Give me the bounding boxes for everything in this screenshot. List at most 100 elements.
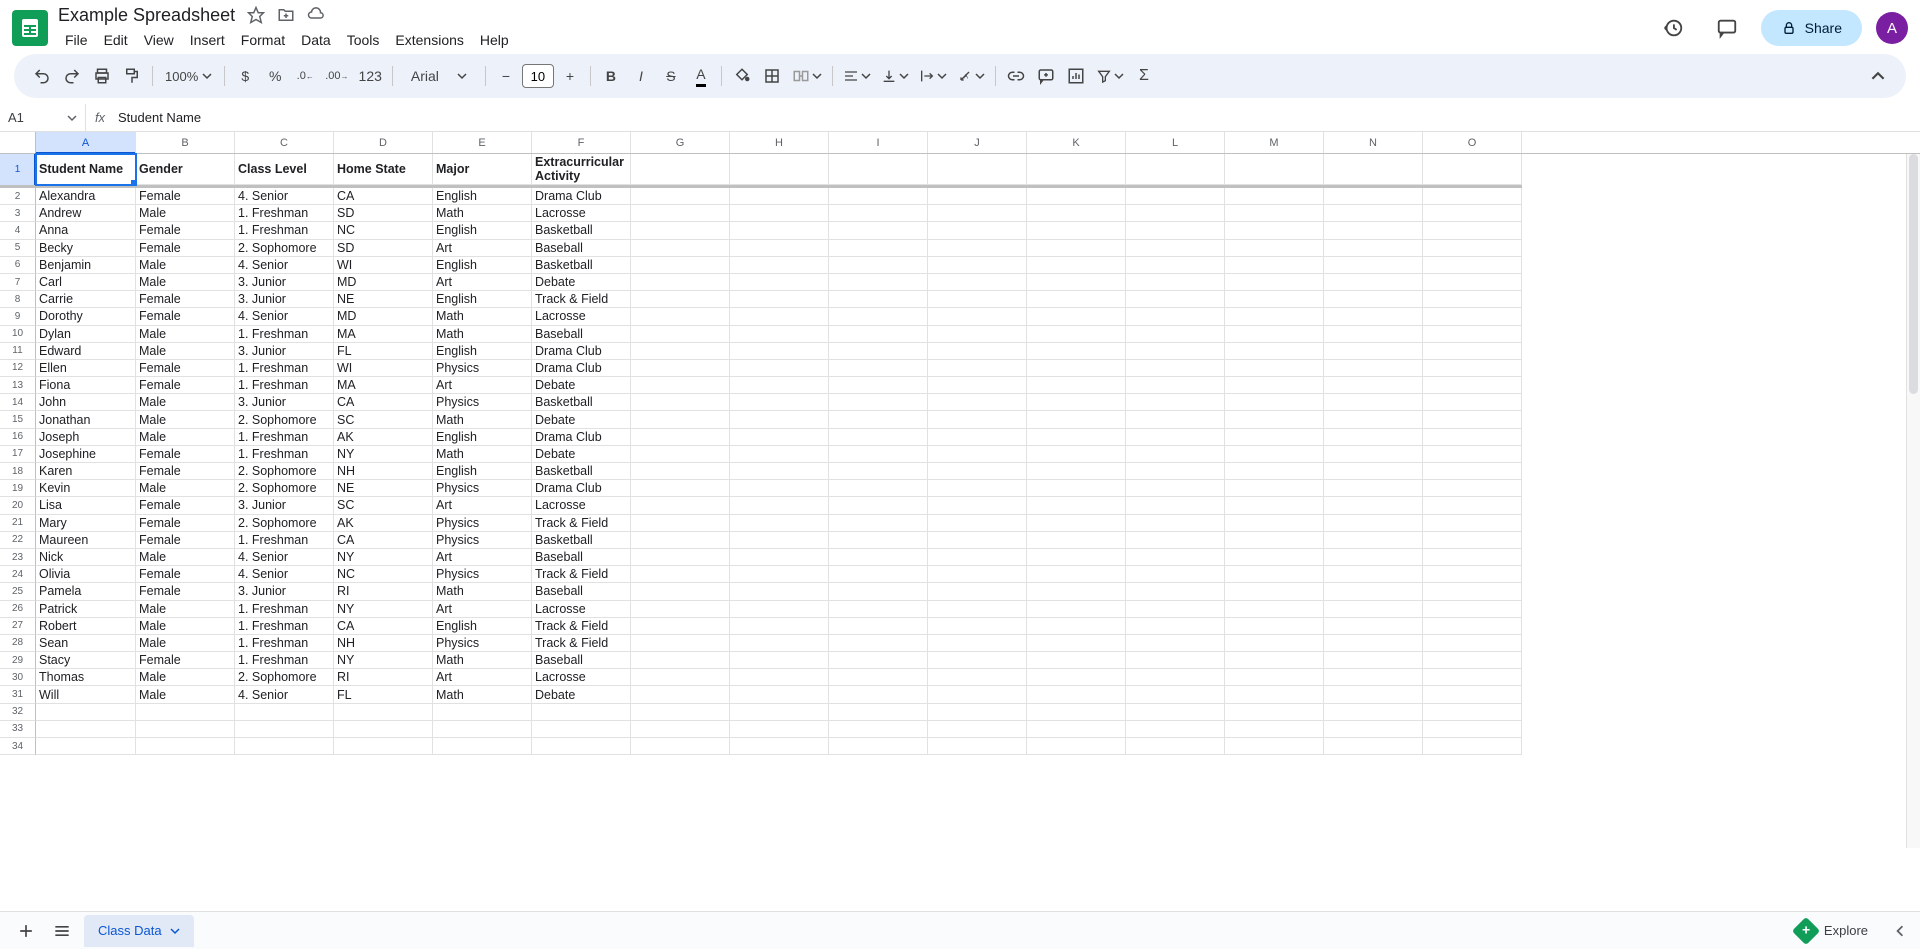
cell[interactable]: Math	[433, 326, 532, 343]
cell[interactable]	[730, 669, 829, 686]
cell[interactable]: Joseph	[36, 429, 136, 446]
cell[interactable]: Female	[136, 652, 235, 669]
cell[interactable]	[1225, 669, 1324, 686]
cell[interactable]: Male	[136, 429, 235, 446]
cell[interactable]: Drama Club	[532, 480, 631, 497]
cell[interactable]	[1027, 326, 1126, 343]
cell[interactable]	[1423, 532, 1522, 549]
cell[interactable]: Basketball	[532, 532, 631, 549]
col-header-K[interactable]: K	[1027, 132, 1126, 153]
cell[interactable]: Track & Field	[532, 566, 631, 583]
cell[interactable]: 1. Freshman	[235, 377, 334, 394]
cell[interactable]	[1423, 738, 1522, 755]
cell[interactable]	[730, 497, 829, 514]
cell[interactable]	[1126, 240, 1225, 257]
cell[interactable]: 3. Junior	[235, 343, 334, 360]
explore-button[interactable]: Explore	[1784, 915, 1880, 947]
cell[interactable]	[1126, 274, 1225, 291]
cell[interactable]: Physics	[433, 566, 532, 583]
cell[interactable]	[829, 532, 928, 549]
cell[interactable]	[1324, 721, 1423, 738]
cell[interactable]	[433, 721, 532, 738]
all-sheets-button[interactable]	[44, 913, 80, 949]
cell[interactable]: Fiona	[36, 377, 136, 394]
cell[interactable]	[829, 497, 928, 514]
font-size-increase[interactable]: +	[556, 62, 584, 90]
cell[interactable]: MD	[334, 308, 433, 325]
row-header[interactable]: 20	[0, 497, 36, 514]
col-header-G[interactable]: G	[631, 132, 730, 153]
cell[interactable]	[1423, 635, 1522, 652]
cell[interactable]: Track & Field	[532, 291, 631, 308]
cell[interactable]	[928, 343, 1027, 360]
cell[interactable]	[532, 738, 631, 755]
col-header-B[interactable]: B	[136, 132, 235, 153]
cell[interactable]: Carrie	[36, 291, 136, 308]
wrap-button[interactable]	[915, 62, 951, 90]
cell[interactable]: 1. Freshman	[235, 652, 334, 669]
cell[interactable]: Basketball	[532, 463, 631, 480]
cell[interactable]	[730, 738, 829, 755]
cell[interactable]: NY	[334, 601, 433, 618]
cell[interactable]	[1225, 360, 1324, 377]
row-header[interactable]: 24	[0, 566, 36, 583]
cell[interactable]	[1324, 360, 1423, 377]
cell[interactable]	[928, 222, 1027, 239]
cell[interactable]	[1126, 257, 1225, 274]
cell[interactable]	[1027, 497, 1126, 514]
cell[interactable]: Art	[433, 549, 532, 566]
row-header[interactable]: 11	[0, 343, 36, 360]
cell[interactable]	[1126, 635, 1225, 652]
cell[interactable]	[829, 240, 928, 257]
cell[interactable]: Male	[136, 480, 235, 497]
cell[interactable]: Art	[433, 274, 532, 291]
cell[interactable]: Track & Field	[532, 515, 631, 532]
cell[interactable]	[1027, 480, 1126, 497]
cell[interactable]: Karen	[36, 463, 136, 480]
cell[interactable]: Female	[136, 188, 235, 205]
cell[interactable]: Drama Club	[532, 360, 631, 377]
cell[interactable]	[1126, 686, 1225, 703]
cell[interactable]	[1324, 429, 1423, 446]
cell[interactable]	[1126, 480, 1225, 497]
cell[interactable]	[1225, 222, 1324, 239]
cell[interactable]: 1. Freshman	[235, 326, 334, 343]
cell[interactable]	[1126, 721, 1225, 738]
cell[interactable]	[1126, 566, 1225, 583]
cell[interactable]	[1423, 686, 1522, 703]
cell[interactable]: NC	[334, 566, 433, 583]
font-select[interactable]: Arial	[399, 62, 479, 90]
cell[interactable]	[1423, 154, 1522, 185]
row-header[interactable]: 29	[0, 652, 36, 669]
cell[interactable]	[730, 240, 829, 257]
cell[interactable]	[928, 635, 1027, 652]
cell[interactable]	[1324, 188, 1423, 205]
cell[interactable]	[1126, 549, 1225, 566]
cell[interactable]	[1324, 326, 1423, 343]
cell[interactable]	[730, 652, 829, 669]
cell[interactable]	[631, 583, 730, 600]
cell[interactable]: 1. Freshman	[235, 222, 334, 239]
cell[interactable]	[631, 257, 730, 274]
cell[interactable]	[1126, 360, 1225, 377]
side-panel-prev[interactable]	[1888, 919, 1912, 943]
cell[interactable]	[1324, 154, 1423, 185]
cell[interactable]	[631, 463, 730, 480]
cell[interactable]: 1. Freshman	[235, 618, 334, 635]
cell[interactable]	[1225, 188, 1324, 205]
rotate-button[interactable]: A	[953, 62, 989, 90]
cell[interactable]	[1225, 154, 1324, 185]
cell[interactable]	[1225, 704, 1324, 721]
cell[interactable]: Drama Club	[532, 429, 631, 446]
cell[interactable]	[730, 704, 829, 721]
cell[interactable]: Track & Field	[532, 618, 631, 635]
cell[interactable]	[1126, 704, 1225, 721]
cell[interactable]	[1225, 257, 1324, 274]
cell[interactable]: Male	[136, 394, 235, 411]
cell[interactable]: WI	[334, 360, 433, 377]
scroll-thumb[interactable]	[1909, 154, 1918, 394]
cell[interactable]: Debate	[532, 446, 631, 463]
cell[interactable]	[829, 669, 928, 686]
row-header[interactable]: 26	[0, 601, 36, 618]
cell[interactable]	[829, 583, 928, 600]
